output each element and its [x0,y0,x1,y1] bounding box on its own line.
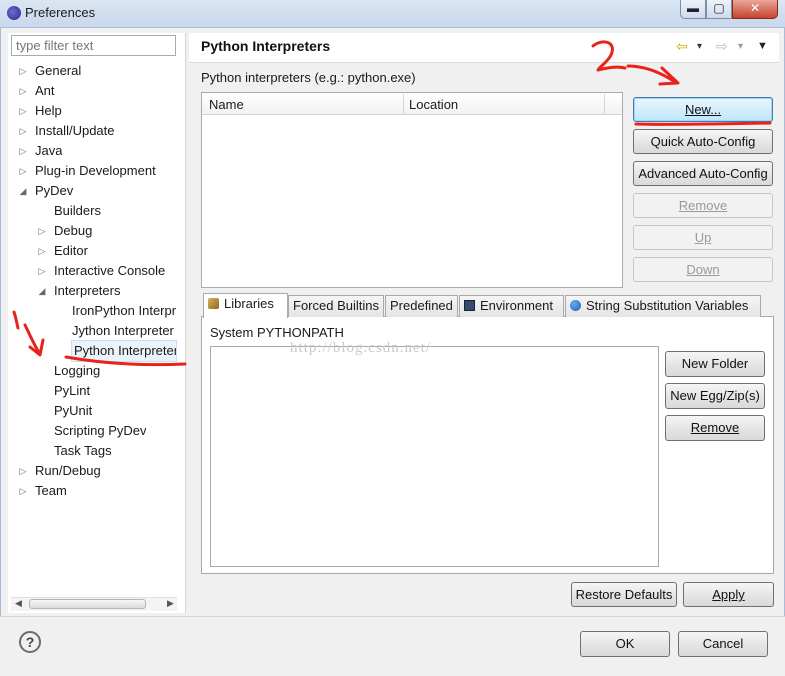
tab-libraries[interactable]: Libraries [203,293,288,318]
collapsed-arrow-icon[interactable]: ▷ [18,481,28,501]
forward-dropdown-icon[interactable]: ▾ [738,41,743,52]
collapsed-arrow-icon[interactable]: ▷ [18,81,28,101]
window-title: Preferences [25,5,96,20]
pythonpath-list[interactable] [210,346,659,567]
tree-item[interactable]: Builders [54,201,101,221]
expanded-arrow-icon[interactable]: ◢ [18,181,28,201]
tab-predefined[interactable]: Predefined [385,295,458,317]
filter-input[interactable] [11,35,176,56]
watermark: http://blog.csdn.net/ [290,340,431,356]
scroll-left-icon[interactable]: ◀ [15,598,22,609]
column-header-name[interactable]: Name [209,97,244,112]
title-bar [0,0,785,28]
tree-item[interactable]: Plug-in Development [35,161,156,181]
tree-item[interactable]: IronPython Interpreter [72,301,176,321]
down-button[interactable]: Down [633,257,773,282]
remove-interpreter-label: Remove [678,198,728,213]
advanced-auto-config-button[interactable]: Advanced Auto-Config [633,161,773,186]
quick-auto-config-button[interactable]: Quick Auto-Config [633,129,773,154]
tree-item[interactable]: Task Tags [54,441,112,461]
collapsed-arrow-icon[interactable]: ▷ [37,241,47,261]
new-interpreter-label: New... [684,102,722,117]
remove-library-label: Remove [690,420,740,435]
forward-arrow-icon[interactable]: ⇨ [716,38,728,55]
system-pythonpath-label: System PYTHONPATH [210,325,344,340]
tree-item[interactable]: Editor [54,241,88,261]
tree-item[interactable]: Run/Debug [35,461,101,481]
up-label: Up [694,230,712,245]
new-interpreter-button[interactable]: New... [633,97,773,122]
collapsed-arrow-icon[interactable]: ▷ [18,461,28,481]
ok-button[interactable]: OK [580,631,670,657]
column-divider[interactable] [604,94,605,114]
tree-item[interactable]: General [35,61,81,81]
close-button[interactable]: ✕ [732,0,778,19]
collapsed-arrow-icon[interactable]: ▷ [18,141,28,161]
interpreters-label: Python interpreters (e.g.: python.exe) [201,70,416,85]
restore-defaults-label: Restore Defaults [575,587,673,602]
view-menu-icon[interactable]: ▼ [757,40,768,52]
expanded-arrow-icon[interactable]: ◢ [37,281,47,301]
collapsed-arrow-icon[interactable]: ▷ [18,61,28,81]
collapsed-arrow-icon[interactable]: ▷ [37,261,47,281]
tree-item[interactable]: Debug [54,221,92,241]
tree-item[interactable]: Scripting PyDev [54,421,146,441]
apply-label: Apply [712,587,745,602]
collapsed-arrow-icon[interactable]: ▷ [18,101,28,121]
new-egg-zip-button[interactable]: New Egg/Zip(s) [665,383,765,409]
library-icon [208,298,219,309]
tree-item[interactable]: Logging [54,361,100,381]
restore-defaults-button[interactable]: Restore Defaults [571,582,677,607]
tab-environment-label: Environment [480,298,553,313]
tree-item[interactable]: Install/Update [35,121,115,141]
scrollbar-thumb[interactable] [29,599,146,609]
variable-icon [570,300,581,311]
tree-item[interactable]: PyLint [54,381,90,401]
tab-environment[interactable]: Environment [459,295,564,317]
tree-item[interactable]: Jython Interpreter [72,321,174,341]
up-button[interactable]: Up [633,225,773,250]
collapsed-arrow-icon[interactable]: ▷ [37,221,47,241]
tab-string-substitution-label: String Substitution Variables [586,298,749,313]
tree-item[interactable]: Interpreters [54,281,120,301]
remove-library-button[interactable]: Remove [665,415,765,441]
collapsed-arrow-icon[interactable]: ▷ [18,161,28,181]
tree-item[interactable]: PyUnit [54,401,92,421]
tree-item[interactable]: Interactive Console [54,261,165,281]
column-header-location[interactable]: Location [409,97,458,112]
remove-interpreter-button[interactable]: Remove [633,193,773,218]
collapsed-arrow-icon[interactable]: ▷ [18,121,28,141]
tree-item[interactable]: Ant [35,81,55,101]
tab-string-substitution[interactable]: String Substitution Variables [565,295,761,317]
tab-forced-builtins[interactable]: Forced Builtins [288,295,384,317]
maximize-button[interactable]: ▢ [706,0,732,19]
scroll-right-icon[interactable]: ▶ [167,598,174,609]
cancel-button[interactable]: Cancel [678,631,768,657]
tab-libraries-label: Libraries [224,296,274,311]
tree-item[interactable]: Help [35,101,62,121]
page-title: Python Interpreters [201,38,331,54]
back-dropdown-icon[interactable]: ▾ [697,41,702,52]
down-label: Down [686,262,720,277]
tree-item[interactable]: Java [35,141,62,161]
apply-button[interactable]: Apply [683,582,774,607]
back-arrow-icon[interactable]: ⇦ [676,38,688,55]
tree-item[interactable]: Team [35,481,67,501]
environment-icon [464,300,475,311]
help-icon[interactable]: ? [19,631,41,653]
tree-item[interactable]: Python Interpreter [71,340,177,362]
tree-item[interactable]: PyDev [35,181,73,201]
minimize-button[interactable]: ▬ [680,0,706,19]
eclipse-logo-icon [7,6,21,20]
column-divider[interactable] [403,94,404,114]
interpreters-table[interactable] [201,92,623,288]
new-folder-button[interactable]: New Folder [665,351,765,377]
